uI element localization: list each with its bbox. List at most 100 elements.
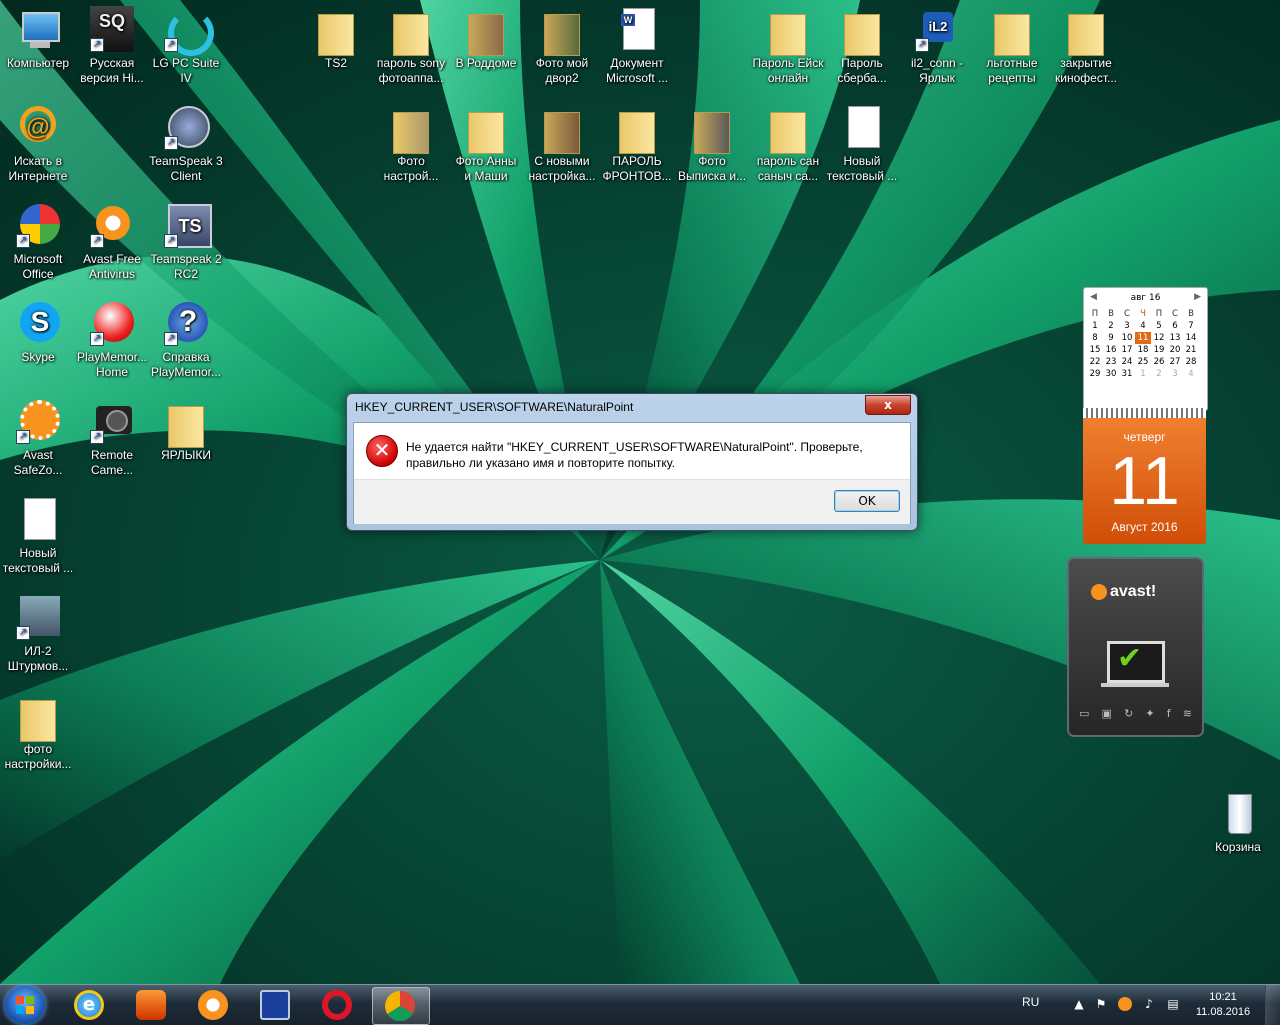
volume-icon[interactable]: ♪ <box>1142 997 1156 1011</box>
taskbar-avast-button[interactable] <box>186 987 242 1023</box>
folder-icon <box>764 6 812 56</box>
shield-icon[interactable]: ▣ <box>1102 707 1112 720</box>
desktop-icon-sony-password[interactable]: пароль sony фотоаппа... <box>373 6 449 86</box>
calendar-day[interactable]: 26 <box>1151 356 1167 368</box>
show-hidden-icons-button[interactable]: ▲ <box>1072 997 1086 1011</box>
desktop-icon-photo-anna-masha[interactable]: Фото Анны и Маши <box>448 104 524 184</box>
desktop-icon-search-internet[interactable]: @ Искать в Интернете <box>0 104 76 184</box>
calendar-day[interactable]: 10 <box>1119 332 1135 344</box>
calendar-day[interactable]: 27 <box>1167 356 1183 368</box>
desktop-icon-il2[interactable]: ↗ ИЛ-2 Штурмов... <box>0 594 76 674</box>
calendar-day[interactable]: 17 <box>1119 344 1135 356</box>
start-button[interactable] <box>5 986 45 1024</box>
calendar-day[interactable]: 25 <box>1135 356 1151 368</box>
calendar-day-next-month[interactable]: 3 <box>1167 368 1183 380</box>
calendar-day[interactable]: 7 <box>1183 320 1199 332</box>
calendar-day[interactable]: 2 <box>1103 320 1119 332</box>
desktop-icon-remote-camera[interactable]: ↗ Remote Came... <box>74 398 150 478</box>
calendar-day[interactable]: 16 <box>1103 344 1119 356</box>
facebook-icon[interactable]: f <box>1167 707 1171 720</box>
calendar-day-next-month[interactable]: 4 <box>1183 368 1199 380</box>
desktop-icon-new-settings[interactable]: С новыми настройка... <box>524 104 600 184</box>
desktop-icon-roddom[interactable]: В Роддоме <box>448 6 524 71</box>
calendar-day[interactable]: 6 <box>1167 320 1183 332</box>
desktop-icon-sberbank-password[interactable]: Пароль сберба... <box>824 6 900 86</box>
calendar-day[interactable]: 3 <box>1119 320 1135 332</box>
calendar-day[interactable]: 20 <box>1167 344 1183 356</box>
calendar-day-today[interactable]: 11 <box>1135 332 1151 344</box>
desktop-icon-lg-pc-suite[interactable]: ↗ LG PC Suite IV <box>148 6 224 86</box>
desktop-icon-yeisk-password[interactable]: Пароль Ейск онлайн <box>750 6 826 86</box>
calendar-day[interactable]: 21 <box>1183 344 1199 356</box>
taskbar-save-button[interactable] <box>248 987 304 1023</box>
refresh-icon[interactable]: ↻ <box>1124 707 1133 720</box>
desktop-icon-microsoft-office[interactable]: ↗ Microsoft Office <box>0 202 76 282</box>
desktop-icon-teamspeak2[interactable]: TS ↗ Teamspeak 2 RC2 <box>148 202 224 282</box>
error-dialog[interactable]: HKEY_CURRENT_USER\SOFTWARE\NaturalPoint … <box>346 393 918 531</box>
calendar-day[interactable]: 18 <box>1135 344 1151 356</box>
taskbar-sprint-button[interactable] <box>124 987 180 1023</box>
desktop-icon-computer[interactable]: Компьютер <box>0 6 76 71</box>
desktop-icon-photo-settings[interactable]: фото настройки... <box>0 692 76 772</box>
calendar-day-next-month[interactable]: 1 <box>1135 368 1151 380</box>
desktop-icon-teamspeak3[interactable]: ↗ TeamSpeak 3 Client <box>148 104 224 184</box>
clock[interactable]: 10:21 11.08.2016 <box>1192 990 1254 1020</box>
avast-tray-icon[interactable] <box>1118 997 1132 1011</box>
desktop-icon-avast-free[interactable]: ↗ Avast Free Antivirus <box>74 202 150 282</box>
desktop-icon-folder-shortcuts[interactable]: ЯРЛЫКИ <box>148 398 224 463</box>
rss-icon[interactable]: ≋ <box>1183 707 1192 720</box>
calendar-day[interactable]: 14 <box>1183 332 1199 344</box>
ok-button[interactable]: OK <box>834 490 900 512</box>
taskbar-opera-button[interactable] <box>310 987 366 1023</box>
desktop-icon-skype[interactable]: S Skype <box>0 300 76 365</box>
calendar-day[interactable]: 4 <box>1135 320 1151 332</box>
desktop-icon-new-text-left[interactable]: Новый текстовый ... <box>0 496 76 576</box>
network-icon[interactable]: ▤ <box>1166 997 1180 1011</box>
weekday-header: С <box>1172 309 1178 319</box>
calendar-next-button[interactable]: ▶ <box>1194 292 1201 302</box>
desktop-icon-preferential-recipes[interactable]: льготные рецепты <box>974 6 1050 86</box>
calendar-day[interactable]: 8 <box>1087 332 1103 344</box>
desktop-icon-san-sanych-password[interactable]: пароль сан саныч са... <box>750 104 826 184</box>
window-icon[interactable]: ▭ <box>1079 707 1089 720</box>
calendar-day[interactable]: 13 <box>1167 332 1183 344</box>
desktop-icon-new-text-top[interactable]: Новый текстовый ... <box>824 104 900 184</box>
desktop-icon-photo-discharge[interactable]: Фото Выписка и... <box>674 104 750 184</box>
desktop-icon-il2-conn[interactable]: iL2 ↗ il2_conn - Ярлык <box>899 6 975 86</box>
desktop-icon-photo-yard[interactable]: Фото мой двор2 <box>524 6 600 86</box>
calendar-day[interactable]: 31 <box>1119 368 1135 380</box>
avast-gadget[interactable]: avast! ✔ ▭ ▣ ↻ ✦ f ≋ <box>1067 557 1204 737</box>
calendar-day[interactable]: 9 <box>1103 332 1119 344</box>
desktop-icon-recycle-bin[interactable]: Корзина <box>1200 790 1276 855</box>
desktop-icon-ts2-folder[interactable]: TS2 <box>298 6 374 71</box>
calendar-day[interactable]: 19 <box>1151 344 1167 356</box>
calendar-day[interactable]: 30 <box>1103 368 1119 380</box>
calendar-day-next-month[interactable]: 2 <box>1151 368 1167 380</box>
desktop-icon-avast-safezone[interactable]: ↗ Avast SafeZo... <box>0 398 76 478</box>
twitter-icon[interactable]: ✦ <box>1145 707 1154 720</box>
flag-icon[interactable]: ⚑ <box>1094 997 1108 1011</box>
desktop-icon-film-festival[interactable]: закрытие кинофест... <box>1048 6 1124 86</box>
calendar-day[interactable]: 29 <box>1087 368 1103 380</box>
desktop-icon-russian-version[interactable]: SQ ↗ Русская версия Hi... <box>74 6 150 86</box>
calendar-day[interactable]: 12 <box>1151 332 1167 344</box>
calendar-day[interactable]: 15 <box>1087 344 1103 356</box>
calendar-gadget[interactable]: ◀ авг 16 ▶ П В С Ч П С В 1 2 3 4 5 6 7 8… <box>1083 287 1208 544</box>
taskbar-ie-button[interactable]: e <box>62 987 118 1023</box>
desktop-icon-playmemories-help[interactable]: ? ↗ Справка PlayMemor... <box>148 300 224 380</box>
language-indicator[interactable]: RU <box>1022 995 1039 1009</box>
dialog-close-button[interactable]: x <box>865 395 911 415</box>
calendar-day[interactable]: 23 <box>1103 356 1119 368</box>
desktop-icon-word-document[interactable]: W Документ Microsoft ... <box>599 6 675 86</box>
desktop-icon-photo-settings-2[interactable]: Фото настрой... <box>373 104 449 184</box>
show-desktop-button[interactable] <box>1265 985 1280 1025</box>
desktop-icon-playmemories-home[interactable]: ↗ PlayMemor... Home <box>74 300 150 380</box>
shortcut-arrow-icon: ↗ <box>90 430 104 444</box>
desktop-icon-frontov-password[interactable]: ПАРОЛЬ ФРОНТОВ... <box>599 104 675 184</box>
calendar-day[interactable]: 5 <box>1151 320 1167 332</box>
calendar-day[interactable]: 1 <box>1087 320 1103 332</box>
calendar-day[interactable]: 24 <box>1119 356 1135 368</box>
calendar-day[interactable]: 22 <box>1087 356 1103 368</box>
calendar-day[interactable]: 28 <box>1183 356 1199 368</box>
taskbar-chrome-button[interactable] <box>372 987 430 1025</box>
